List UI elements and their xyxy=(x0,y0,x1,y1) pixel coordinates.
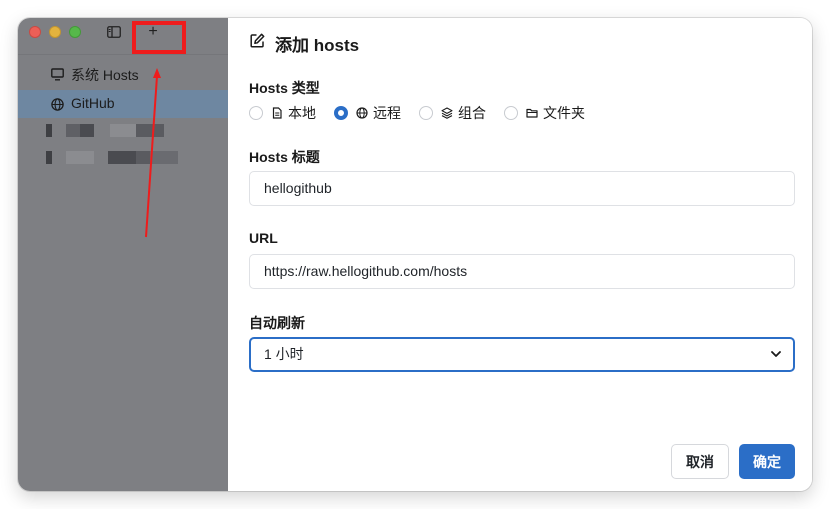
cancel-button[interactable]: 取消 xyxy=(671,444,729,479)
minimize-window-button[interactable] xyxy=(49,26,61,38)
hosts-title-input[interactable]: hellogithub xyxy=(249,171,795,206)
confirm-button[interactable]: 确定 xyxy=(739,444,795,479)
radio-group-combo[interactable]: 组合 xyxy=(419,103,486,123)
radio-button[interactable] xyxy=(419,106,433,120)
sidebar-toggle-icon[interactable] xyxy=(107,26,121,38)
hosts-type-label: Hosts 类型 xyxy=(249,80,320,96)
sidebar-item-system-hosts[interactable]: 系统 Hosts xyxy=(18,60,228,88)
layers-icon xyxy=(441,107,453,119)
radio-remote[interactable]: 远程 xyxy=(334,103,401,123)
auto-refresh-value: 1 小时 xyxy=(264,346,304,362)
radio-label: 本地 xyxy=(288,105,316,121)
url-input[interactable]: https://raw.hellogithub.com/hosts xyxy=(249,254,795,289)
globe-icon xyxy=(51,98,64,111)
redacted-block xyxy=(108,151,136,164)
sidebar-item-github[interactable]: GitHub xyxy=(18,90,228,118)
redacted-block xyxy=(136,151,150,164)
edit-icon xyxy=(250,33,265,48)
folder-icon xyxy=(526,108,538,118)
close-window-button[interactable] xyxy=(29,26,41,38)
radio-button-selected[interactable] xyxy=(334,106,348,120)
redacted-block xyxy=(46,151,52,164)
annotation-highlight-box xyxy=(132,21,186,54)
radio-label: 组合 xyxy=(458,105,486,121)
sidebar-item-label: GitHub xyxy=(71,95,115,111)
panel-title: 添加 hosts xyxy=(275,36,360,55)
auto-refresh-select[interactable]: 1 小时 xyxy=(249,337,795,372)
file-icon xyxy=(272,107,282,119)
radio-label: 文件夹 xyxy=(543,105,585,121)
sidebar: + 系统 Hosts GitHub xyxy=(18,18,228,491)
chevron-down-icon xyxy=(771,351,781,357)
redacted-block xyxy=(46,124,52,137)
add-hosts-panel: 添加 hosts Hosts 类型 本地 远程 组合 文件夹 Hosts 标题 … xyxy=(228,18,812,491)
redacted-block xyxy=(66,151,94,164)
globe-icon xyxy=(356,107,368,119)
radio-local[interactable]: 本地 xyxy=(249,103,316,123)
zoom-window-button[interactable] xyxy=(69,26,81,38)
radio-button[interactable] xyxy=(504,106,518,120)
auto-refresh-label: 自动刷新 xyxy=(249,315,305,331)
sidebar-item-label: 系统 Hosts xyxy=(71,67,139,83)
radio-label: 远程 xyxy=(373,105,401,121)
redacted-block xyxy=(136,124,164,137)
title-bar: + xyxy=(18,18,228,55)
radio-button[interactable] xyxy=(249,106,263,120)
redacted-block xyxy=(110,124,136,137)
redacted-block xyxy=(150,151,178,164)
redacted-block xyxy=(80,124,94,137)
hosts-title-label: Hosts 标题 xyxy=(249,149,320,165)
app-window: + 系统 Hosts GitHub 添加 hosts Hosts 类型 本地 远… xyxy=(18,18,812,491)
hosts-type-radio-group: 本地 远程 组合 文件夹 xyxy=(249,104,603,122)
radio-folder[interactable]: 文件夹 xyxy=(504,103,585,123)
url-label: URL xyxy=(249,230,278,246)
monitor-icon xyxy=(51,68,64,81)
